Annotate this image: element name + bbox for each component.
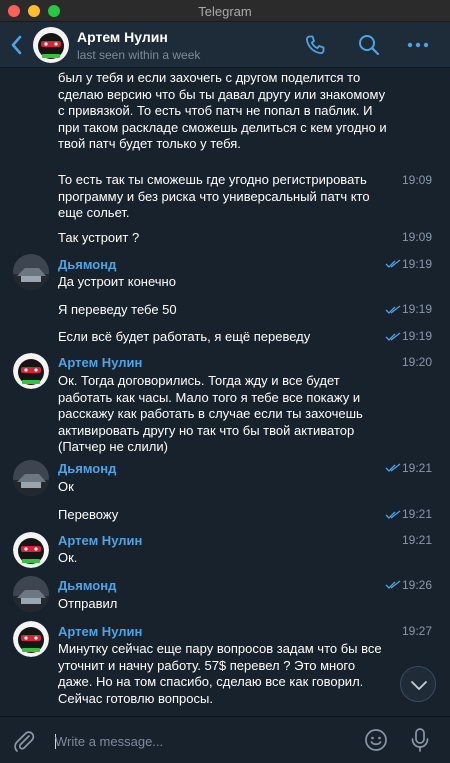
message-time: 19:20 [401, 355, 432, 369]
avatar-diamond[interactable] [13, 460, 49, 496]
message-text: Отправил [58, 596, 118, 611]
peer-avatar[interactable] [33, 27, 69, 63]
search-icon[interactable] [357, 33, 381, 57]
more-icon[interactable] [406, 33, 430, 57]
message-time: 19:09 [401, 173, 432, 187]
avatar-artem[interactable] [13, 621, 49, 657]
message-text: Перевожу [58, 507, 119, 522]
avatar-diamond[interactable] [13, 254, 49, 290]
message-time: 19:21 [401, 461, 432, 475]
message-text: Ок. [58, 550, 78, 565]
peer-name[interactable]: Артем Нулин [77, 29, 168, 45]
message-sender[interactable]: Дьямонд [58, 461, 116, 476]
read-check-icon [385, 305, 401, 314]
message-sender[interactable]: Артем Нулин [58, 355, 142, 370]
message-time: 19:21 [401, 533, 432, 547]
avatar-artem[interactable] [13, 353, 49, 389]
message-text: Я переведу тебе 50 [58, 302, 177, 317]
emoji-icon[interactable] [364, 728, 388, 752]
peer-status: last seen within a week [77, 48, 201, 62]
attach-icon[interactable] [12, 729, 36, 753]
message-input[interactable] [55, 727, 345, 755]
message-time: 19:19 [401, 257, 432, 271]
message-text: Да устроит конечно [58, 274, 176, 289]
read-check-icon [385, 332, 401, 341]
read-check-icon [385, 463, 401, 472]
avatar-artem[interactable] [13, 532, 49, 568]
message-text: Так устроит ? [58, 230, 140, 245]
scroll-to-bottom-button[interactable] [400, 666, 436, 702]
message-text: Минутку сейчас еще пару вопросов задам ч… [58, 641, 382, 706]
message-time: 19:09 [401, 230, 432, 244]
window-title: Telegram [198, 4, 252, 19]
message-time: 19:26 [401, 578, 432, 592]
message-sender[interactable]: Артем Нулин [58, 533, 142, 548]
message-text: То есть так ты сможешь где угодно регист… [58, 172, 370, 220]
avatar-diamond[interactable] [13, 576, 49, 612]
message-time: 19:19 [401, 329, 432, 343]
chevron-down-icon [411, 681, 427, 690]
message-sender[interactable]: Артем Нулин [58, 624, 142, 639]
microphone-icon[interactable] [410, 727, 430, 753]
message-sender[interactable]: Дьямонд [58, 578, 116, 593]
back-icon[interactable] [9, 34, 25, 56]
message-time: 19:21 [401, 507, 432, 521]
read-check-icon [385, 510, 401, 519]
read-check-icon [385, 580, 401, 589]
phone-icon[interactable] [303, 33, 327, 57]
message-text: Ок. Тогда договорились. Тогда жду и все … [58, 373, 363, 454]
message-composer [0, 716, 450, 763]
message-text: Если всё будет работать, я ещё переведу [58, 329, 311, 344]
chat-header: Артем Нулин last seen within a week [0, 22, 450, 68]
message-list[interactable]: был у тебя и если захочегь с другом поде… [0, 68, 450, 716]
message-text: Ок [58, 479, 74, 494]
read-check-icon [385, 259, 401, 268]
message-text: был у тебя и если захочегь с другом поде… [58, 70, 387, 151]
message-time: 19:27 [401, 624, 432, 638]
message-sender[interactable]: Дьямонд [58, 257, 116, 272]
message-time: 19:19 [401, 302, 432, 316]
window-titlebar: Telegram [0, 0, 450, 22]
